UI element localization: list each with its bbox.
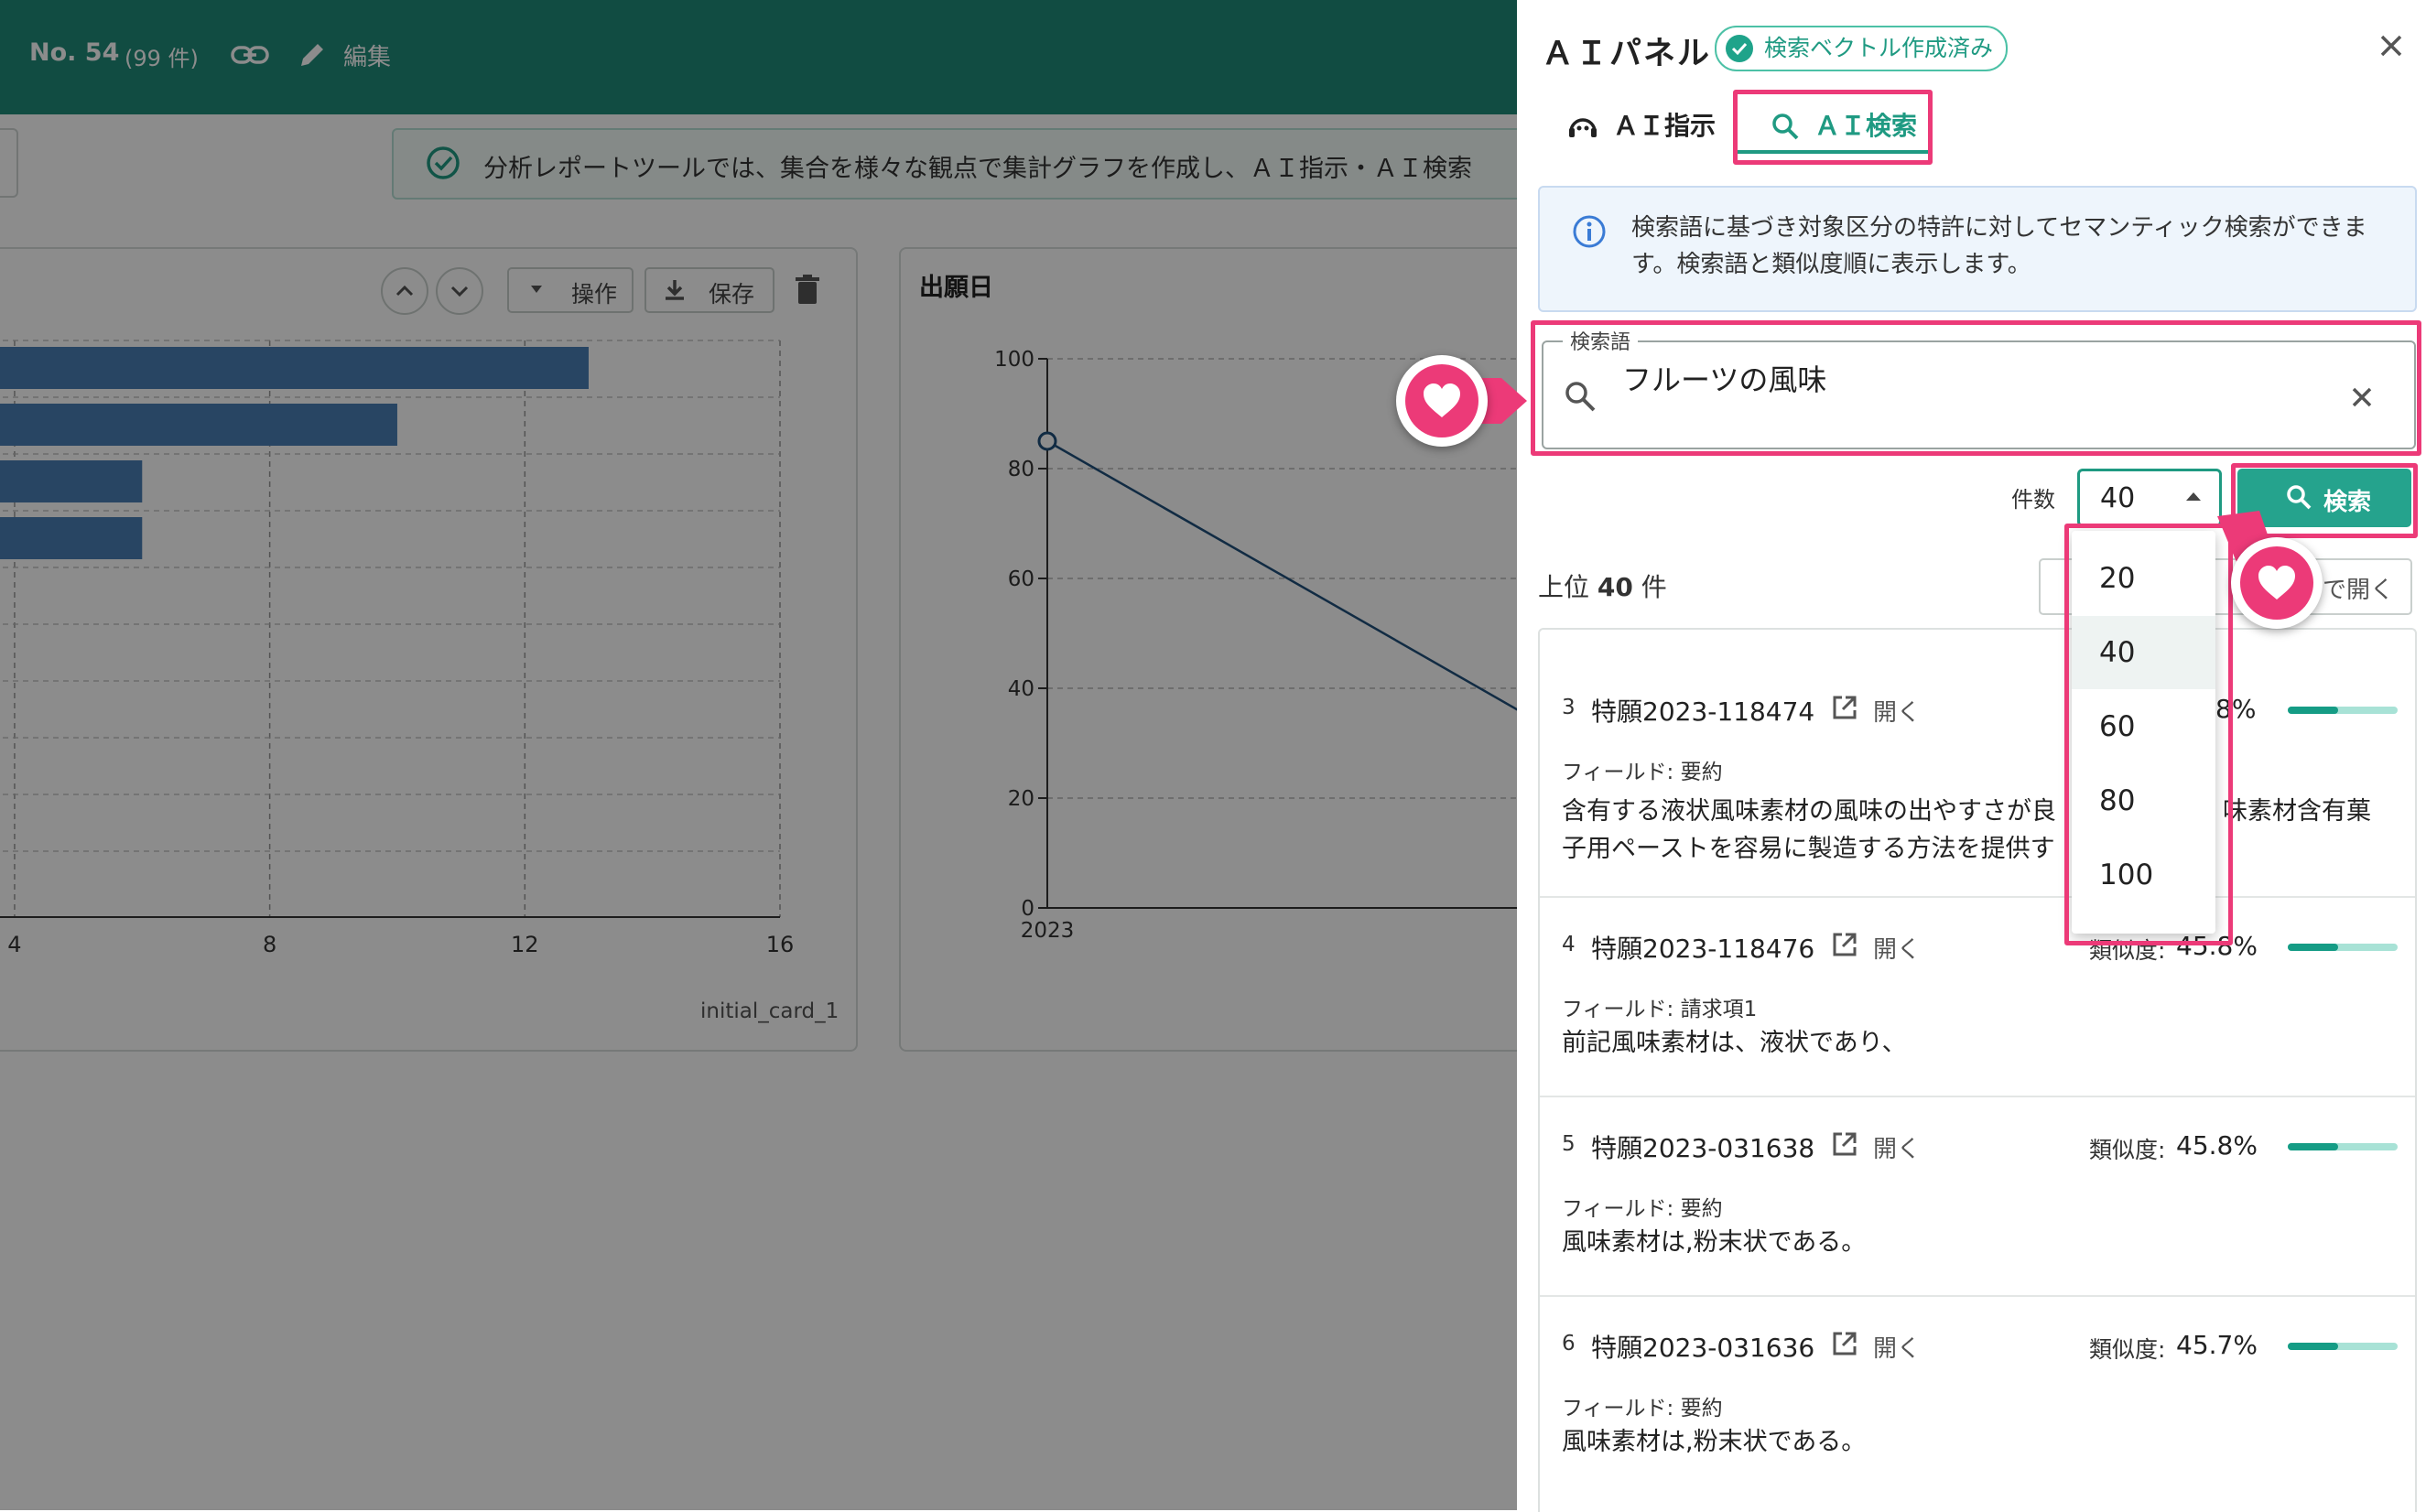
open-link[interactable]: 開く [1873,1330,1921,1364]
similarity-bar [2288,1343,2398,1350]
open-link[interactable]: 開く [1873,931,1921,965]
results-prefix: 上位 [1538,572,1597,602]
external-link-icon[interactable] [1831,1330,1858,1357]
result-id: 特願2023-118476 [1591,934,1815,964]
result-similarity: 45.8% [2176,1130,2258,1161]
badge-label: 検索ベクトル作成済み [1764,35,1994,61]
info-box: 検索語に基づき対象区分の特許に対してセマンティック検索ができます。検索語と類似度… [1538,186,2417,312]
result-field: フィールド: 要約 [1562,1397,1723,1420]
list-item[interactable]: 4 特願2023-118476 開く 類似度: 45.8% フィールド: 請求項… [1540,896,2415,1097]
caret-up-icon [2186,492,2201,501]
result-field: フィールド: 要約 [1562,761,1723,784]
result-text: 風味素材は,粉末状である。 [1562,1428,1867,1456]
result-id: 特願2023-118474 [1591,697,1815,727]
open-link[interactable]: 開く [1873,694,1921,728]
count-select[interactable]: 40 [2077,469,2222,527]
info-text: 検索語に基づき対象区分の特許に対してセマンティック検索ができます。検索語と類似度… [1631,214,2367,278]
results-list: 3 特願2023-118474 開く 8% フィールド: 要約 含有する液状風味… [1538,628,2417,1512]
list-item[interactable]: 3 特願2023-118474 開く 8% フィールド: 要約 含有する液状風味… [1540,655,2415,898]
ai-panel: ＡＩパネル 検索ベクトル作成済み ＡＩ指示 ＡＩ検索 検索語に基づき対象区分の特… [1517,0,2426,1512]
result-number: 5 [1562,1132,1576,1156]
result-number: 6 [1562,1332,1576,1355]
results-count: 40 [1597,572,1633,602]
tab-ai-instruction-label: ＡＩ指示 [1613,111,1717,141]
similarity-bar-fill [2288,1343,2339,1350]
robot-icon [1569,118,1597,137]
result-number: 4 [1562,933,1576,956]
list-item[interactable]: 6 特願2023-031636 開く 類似度: 45.7% フィールド: 要約 … [1540,1295,2415,1512]
result-text-1a: 含有する液状風味素材の風味の出やすさが良 [1562,797,2056,826]
highlight-dropdown [2064,524,2233,945]
results-suffix: 件 [1632,572,1667,602]
result-text: 風味素材は,粉末状である。 [1562,1228,1867,1257]
vector-status-badge: 検索ベクトル作成済み [1715,26,2009,71]
result-similarity: 45.7% [2176,1330,2258,1360]
panel-title: ＡＩパネル [1542,36,1712,72]
highlight-search-field [1531,320,2421,456]
result-field: フィールド: 請求項1 [1562,998,1758,1021]
highlight-tab [1733,90,1933,165]
info-icon [1573,215,1606,248]
results-count-label: 上位 40 件 [1538,567,1667,604]
result-field: フィールド: 要約 [1562,1197,1723,1221]
heart-icon [1424,383,1460,417]
external-link-icon[interactable] [1831,1130,1858,1158]
result-text-1b: 味素材含有菓 [2223,797,2371,826]
heart-icon [2258,566,2295,599]
result-id: 特願2023-031636 [1591,1333,1815,1363]
annotation-marker [1396,355,1488,447]
open-link[interactable]: 開く [1873,1130,1921,1164]
similarity-label: 類似度: [2089,1336,2166,1363]
similarity-bar-fill [2288,1143,2339,1150]
report-app: No. 54 (99 件) 編集 分析レポートツールでは、集合を様々な観点で集計… [0,0,1517,1510]
modal-overlay[interactable] [0,0,1517,1510]
result-text: 前記風味素材は、液状であり、 [1562,1029,1907,1057]
count-select-value: 40 [2100,482,2136,514]
similarity-bar [2288,707,2398,714]
external-link-icon[interactable] [1831,694,1858,721]
list-item[interactable]: 5 特願2023-031638 開く 類似度: 45.8% フィールド: 要約 … [1540,1096,2415,1297]
similarity-bar [2288,1143,2398,1150]
result-text-2: 子用ペーストを容易に製造する方法を提供す [1562,835,2055,863]
close-icon[interactable] [2373,27,2410,64]
count-label: 件数 [2011,487,2055,513]
similarity-bar-fill [2288,707,2339,714]
open-all-label: で開く [2322,577,2394,604]
similarity-label: 類似度: [2089,1137,2166,1163]
external-link-icon[interactable] [1831,931,1858,958]
result-id: 特願2023-031638 [1591,1133,1815,1163]
check-icon [1726,35,1753,62]
similarity-bar [2288,944,2398,951]
similarity-bar-fill [2288,944,2339,951]
result-number: 3 [1562,696,1576,719]
annotation-marker [2231,537,2323,629]
